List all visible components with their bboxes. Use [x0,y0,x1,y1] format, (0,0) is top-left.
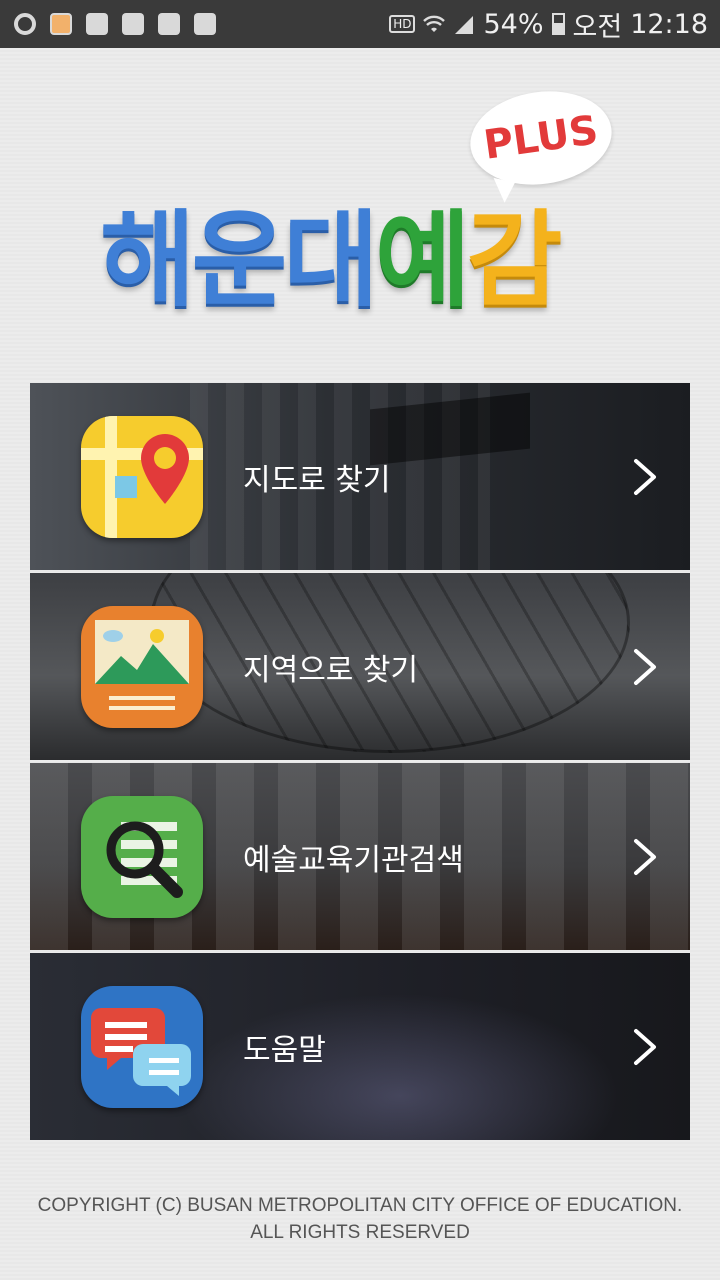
menu-item-region-search[interactable]: 지역으로 찾기 [30,573,690,760]
app-logo: 해운대 예 감 [100,185,620,321]
chevron-right-icon [634,1028,656,1065]
logo-text-gam: 감 [466,198,563,321]
logo-text-haeundae: 해운대 [100,198,379,321]
hd-voice-icon: HD [389,15,416,33]
map-pin-icon [81,415,203,538]
copyright-line-1: COPYRIGHT (C) BUSAN METROPOLITAN CITY OF… [37,1195,683,1216]
notification-icons [14,13,216,35]
main-menu: 지도로 찾기 지역으로 찾기 예술교육기관검색 도움말 [30,383,690,1143]
copyright-line-2: ALL RIGHTS RESERVED [250,1222,470,1243]
signal-icon [455,16,474,34]
system-status: HD 54% 오전 12:18 [389,5,708,44]
chat-bubbles-icon [81,985,203,1108]
menu-label-region-search: 지역으로 찾기 [243,652,419,688]
wifi-icon [423,15,446,32]
chevron-right-icon [634,648,656,685]
menu-label-help: 도움말 [243,1032,326,1068]
search-list-icon [81,795,203,918]
avatar-notification-icon [50,13,72,35]
status-bar: HD 54% 오전 12:18 [0,0,720,48]
bag-check-icon [158,13,180,35]
battery-percent: 54% [483,8,544,40]
bag-check-icon [122,13,144,35]
logo-text-ye: 예 [375,198,471,321]
menu-label-institution-search: 예술교육기관검색 [243,842,464,878]
battery-icon [551,13,565,35]
menu-item-map-search[interactable]: 지도로 찾기 [30,383,690,570]
clock: 12:18 [630,8,708,40]
gallery-notification-icon [86,13,108,35]
chevron-right-icon [634,838,656,875]
plus-badge-text: PLUS [481,107,601,169]
g-app-icon [14,13,36,35]
landscape-icon [81,605,203,728]
copyright-notice: COPYRIGHT (C) BUSAN METROPOLITAN CITY OF… [0,1192,720,1246]
chevron-right-icon [634,458,656,495]
time-period: 오전 [572,11,623,43]
menu-item-help[interactable]: 도움말 [30,953,690,1140]
menu-item-institution-search[interactable]: 예술교육기관검색 [30,763,690,950]
bag-check-icon [194,13,216,35]
menu-label-map-search: 지도로 찾기 [243,462,391,498]
